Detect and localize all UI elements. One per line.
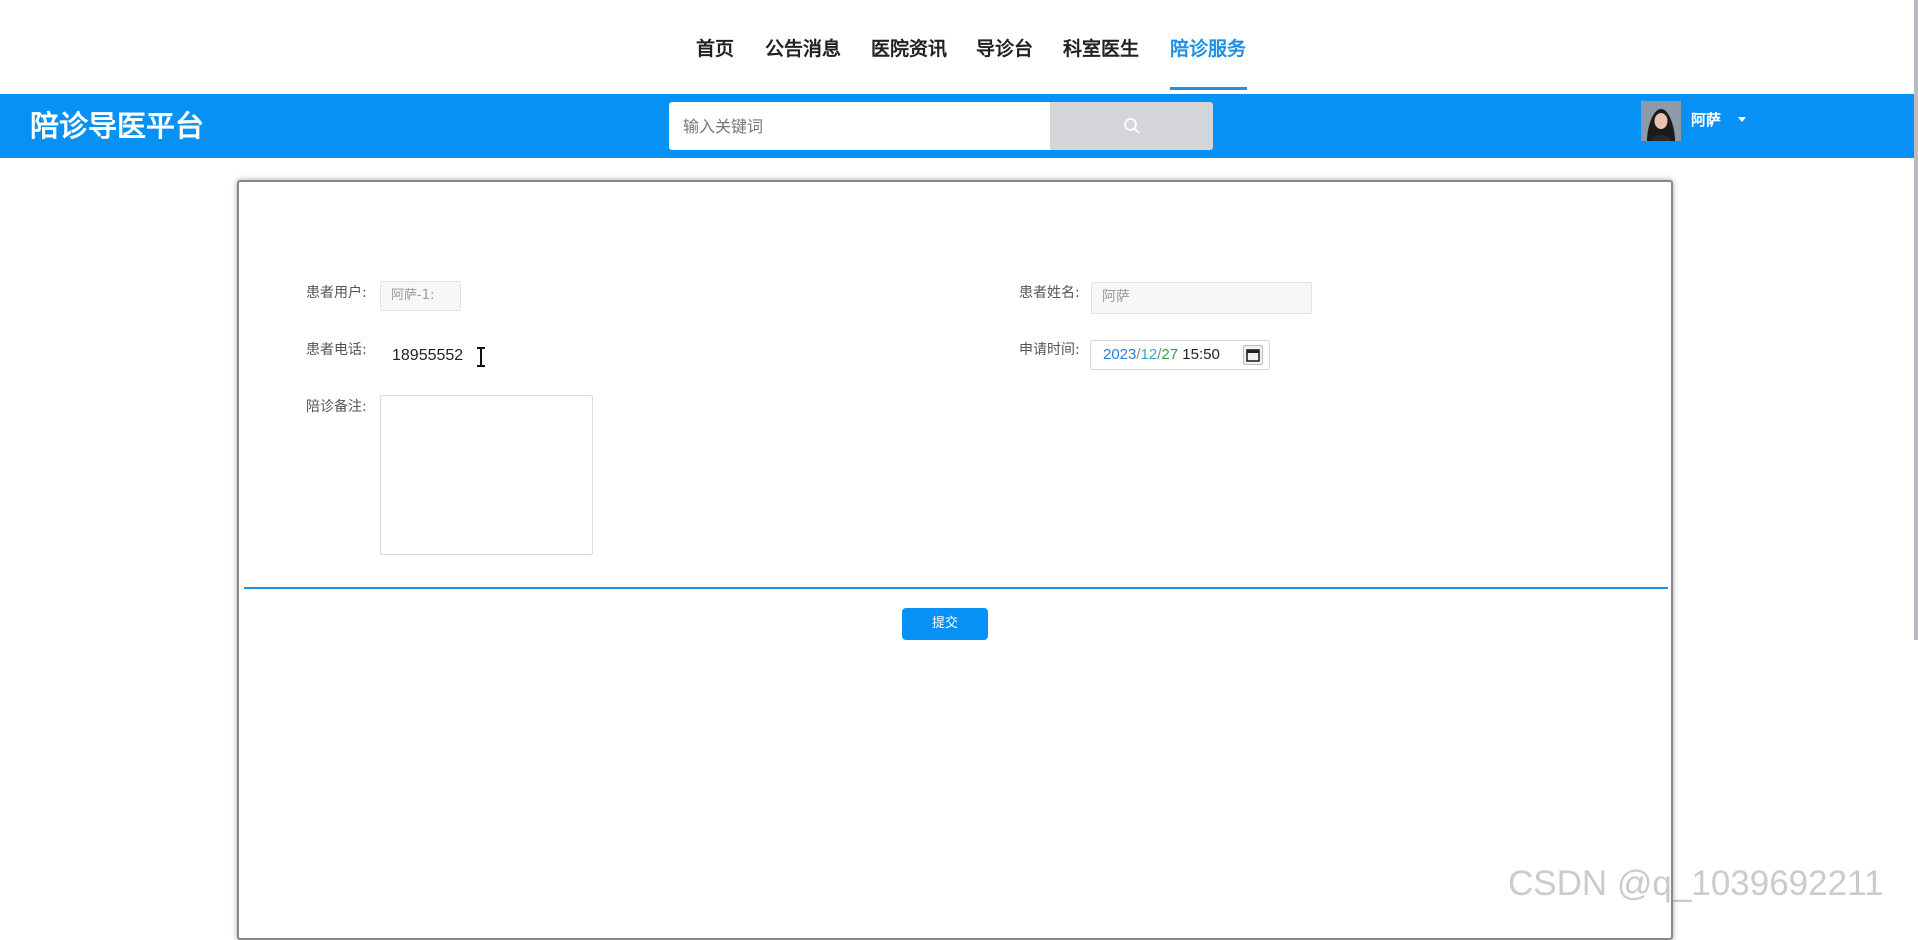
date-time: 15:50 [1182,346,1220,363]
chevron-down-icon[interactable] [1738,117,1746,122]
page-scrollbar[interactable] [1914,0,1918,640]
site-brand[interactable]: 陪诊导医平台 [30,108,204,144]
patient-name-field[interactable]: 阿萨 [1091,282,1312,314]
nav-hospital-news[interactable]: 医院资讯 [871,36,947,62]
watermark: CSDN @q_1039692211 [1508,864,1884,903]
patient-phone-input[interactable]: 18955552 [392,346,463,366]
submit-button[interactable]: 提交 [902,608,988,640]
nav-guide-desk[interactable]: 导诊台 [976,36,1033,62]
username[interactable]: 阿萨 [1691,110,1721,130]
search-input[interactable] [669,102,1050,150]
date-year: 2023 [1103,346,1137,363]
calendar-icon[interactable] [1243,345,1263,365]
apply-time-label: 申请时间: [1019,342,1080,358]
date-month: 12 [1140,346,1158,363]
text-cursor-icon [477,347,485,367]
nav-escort-service[interactable]: 陪诊服务 [1170,36,1246,62]
user-avatar-image [1641,101,1681,141]
calendar-glyph [1246,349,1260,362]
nav-notices[interactable]: 公告消息 [765,36,841,62]
date-day: 27 [1161,346,1179,363]
patient-user-field[interactable]: 阿萨-1: [380,281,461,311]
nav-home[interactable]: 首页 [696,36,734,62]
nav-active-underline [1170,87,1247,90]
escort-note-label: 陪诊备注: [306,399,367,415]
patient-name-label: 患者姓名: [1019,285,1080,301]
search-button[interactable] [1050,102,1213,150]
escort-note-textarea[interactable] [380,395,593,555]
nav-departments-doctors[interactable]: 科室医生 [1063,36,1139,62]
apply-time-input[interactable]: 2023/12/27 15:50 [1090,340,1270,370]
escort-form-panel: 患者用户: 阿萨-1: 患者姓名: 阿萨 患者电话: 18955552 申请时间… [237,180,1673,940]
patient-phone-label: 患者电话: [306,342,367,358]
search-icon [1123,118,1140,134]
header-bar: 陪诊导医平台 阿萨 [0,94,1914,158]
patient-user-label: 患者用户: [306,285,367,301]
top-nav: 首页 公告消息 医院资讯 导诊台 科室医生 陪诊服务 [0,0,1918,94]
form-divider [244,587,1668,589]
avatar[interactable] [1641,101,1681,141]
